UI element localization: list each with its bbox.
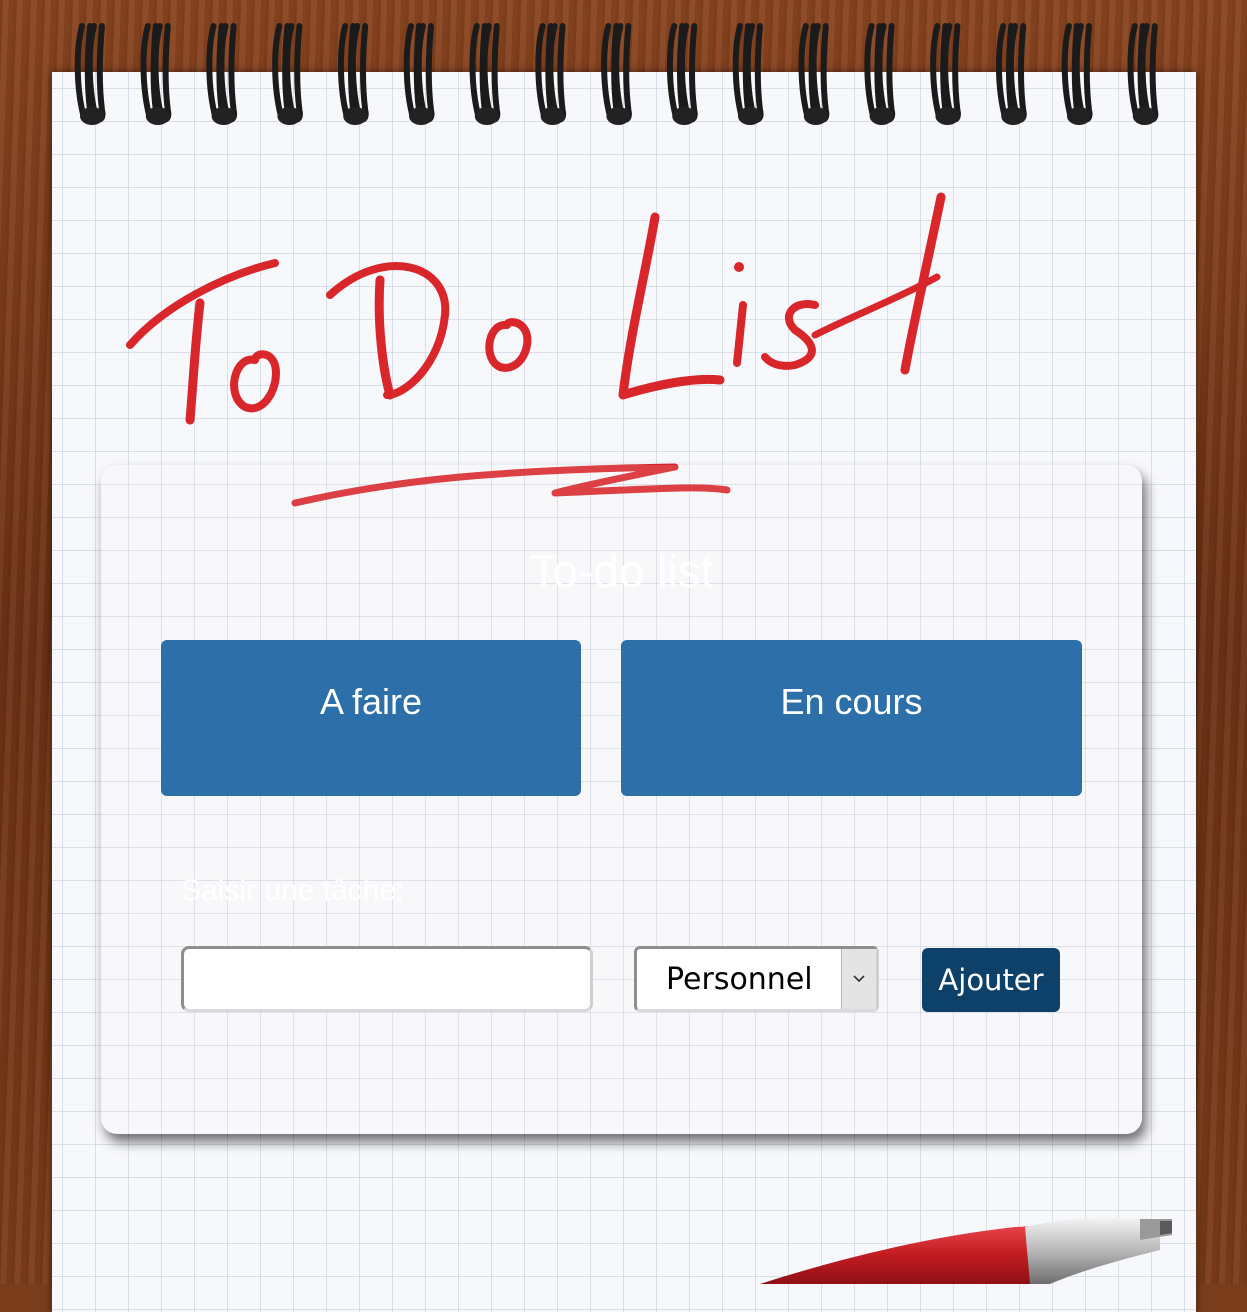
card-title: To-do list <box>529 545 714 597</box>
chevron-down-icon[interactable] <box>841 949 876 1009</box>
spiral-ring <box>469 23 501 125</box>
spiral-ring <box>798 23 830 125</box>
red-pen <box>760 1217 1172 1284</box>
category-select[interactable]: Personnel <box>634 946 879 1012</box>
category-select-value: Personnel <box>666 962 813 997</box>
spiral-binding <box>74 23 1159 125</box>
todo-card: To-do list A faire En cours Saisir une t… <box>101 465 1142 1134</box>
spiral-ring <box>1061 23 1093 125</box>
add-task-button[interactable]: Ajouter <box>922 948 1060 1012</box>
spiral-ring <box>930 23 961 125</box>
column-a-faire-button[interactable]: A faire <box>161 640 581 796</box>
spiral-ring <box>732 23 764 125</box>
spiral-ring <box>206 23 238 125</box>
spiral-ring <box>337 23 369 125</box>
task-input-label: Saisir une tâche: <box>181 874 405 907</box>
spiral-ring <box>995 23 1027 125</box>
spiral-ring <box>601 23 632 125</box>
spiral-ring <box>535 23 567 125</box>
spiral-ring <box>140 23 172 125</box>
task-input[interactable] <box>181 946 593 1012</box>
spiral-ring <box>74 23 106 125</box>
spiral-ring <box>1127 23 1159 125</box>
spiral-ring <box>403 23 435 125</box>
column-en-cours-button[interactable]: En cours <box>621 640 1082 796</box>
spiral-ring <box>864 23 896 125</box>
spiral-ring <box>666 23 698 125</box>
spiral-ring <box>272 23 303 125</box>
